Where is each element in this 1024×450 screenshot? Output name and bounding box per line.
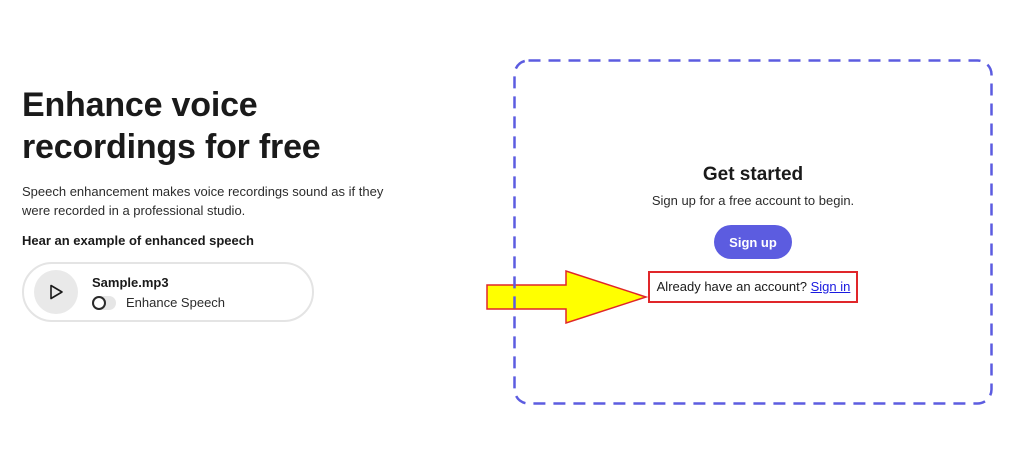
card-content: Get started Sign up for a free account t…	[513, 59, 993, 405]
card-subtitle: Sign up for a free account to begin.	[651, 193, 855, 208]
toggle-knob	[92, 295, 106, 310]
file-name: Sample.mp3	[92, 275, 169, 290]
play-icon	[50, 284, 63, 300]
sign-in-link[interactable]: Sign in	[811, 279, 851, 294]
sign-up-button[interactable]: Sign up	[714, 225, 792, 259]
page-title-line-2: recordings for free	[22, 128, 321, 166]
enhance-speech-label: Enhance Speech	[126, 295, 226, 310]
enhance-toggle-row: Enhance Speech	[92, 295, 225, 310]
audio-player: Sample.mp3 Enhance Speech	[22, 262, 314, 322]
enhance-speech-toggle[interactable]	[92, 295, 116, 310]
example-heading: Hear an example of enhanced speech	[22, 233, 254, 248]
play-button[interactable]	[34, 270, 78, 314]
player-info: Sample.mp3 Enhance Speech	[92, 274, 225, 310]
sign-in-highlight: Already have an account? Sign in	[647, 271, 859, 303]
get-started-card: Get started Sign up for a free account t…	[513, 59, 993, 405]
page-title-line-1: Enhance voice	[22, 86, 258, 124]
page-title: Enhance voice recordings for free	[22, 84, 442, 168]
hero-description: Speech enhancement makes voice recording…	[22, 184, 384, 218]
sign-in-prompt: Already have an account?	[656, 279, 807, 294]
card-title: Get started	[702, 164, 804, 185]
page: Enhance voice recordings for free Speech…	[0, 0, 1024, 450]
hero-section: Enhance voice recordings for free Speech…	[22, 84, 442, 322]
